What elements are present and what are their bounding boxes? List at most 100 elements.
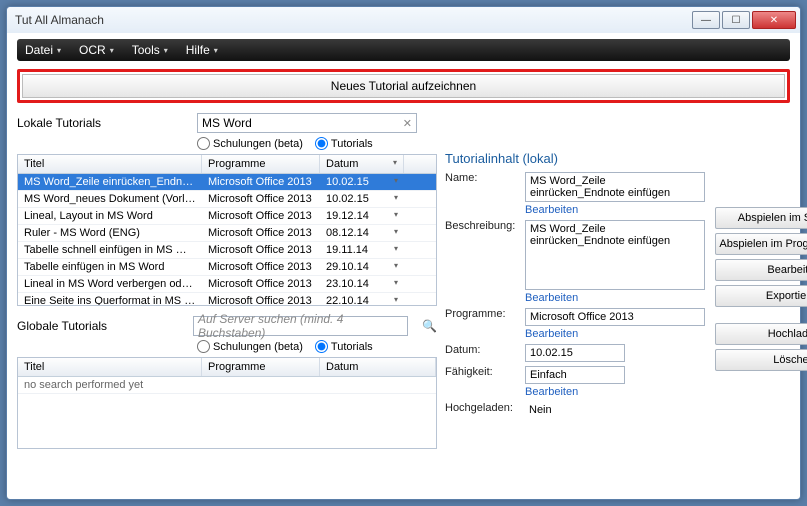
local-tutorials-label: Lokale Tutorials — [17, 116, 187, 130]
local-grid-body[interactable]: MS Word_Zeile einrücken_Endnote einfü...… — [18, 174, 436, 306]
date-value[interactable]: 10.02.15 — [525, 344, 625, 362]
content-area: Datei OCR Tools Hilfe Neues Tutorial auf… — [7, 33, 800, 459]
cell-date: 19.12.14 — [320, 209, 404, 223]
local-radio-tutorials[interactable]: Tutorials — [315, 137, 373, 150]
cell-title: Lineal in MS Word verbergen oder anzeig.… — [18, 277, 202, 291]
detail-panel: Tutorialinhalt (lokal) Name: MS Word_Zei… — [445, 151, 705, 449]
left-column: Lokale Tutorials MS Word ✕ Schulungen (b… — [17, 113, 437, 449]
local-filter-input[interactable]: MS Word ✕ — [197, 113, 417, 133]
minimize-button[interactable]: — — [692, 11, 720, 29]
local-grid-header: Titel Programme Datum — [18, 155, 436, 174]
cell-title: Ruler - MS Word (ENG) — [18, 226, 202, 240]
name-value[interactable]: MS Word_Zeile einrücken_Endnote einfügen — [525, 172, 705, 202]
desc-value[interactable]: MS Word_Zeile einrücken_Endnote einfügen — [525, 220, 705, 290]
play-simulator-button[interactable]: Abspielen im Simulator — [715, 207, 807, 229]
cell-date: 19.11.14 — [320, 243, 404, 257]
table-row[interactable]: Ruler - MS Word (ENG)Microsoft Office 20… — [18, 225, 436, 242]
uploaded-value: Nein — [525, 402, 556, 418]
search-icon[interactable]: 🔍 — [422, 319, 437, 333]
cell-programme: Microsoft Office 2013 — [202, 260, 320, 274]
table-row[interactable]: MS Word_Zeile einrücken_Endnote einfü...… — [18, 174, 436, 191]
prog-label: Programme: — [445, 308, 525, 326]
global-tutorials-label: Globale Tutorials — [17, 319, 183, 333]
right-column: Tutorialinhalt (lokal) Name: MS Word_Zei… — [445, 151, 807, 449]
menu-tools[interactable]: Tools — [132, 43, 168, 57]
table-row[interactable]: Tabelle einfügen in MS WordMicrosoft Off… — [18, 259, 436, 276]
edit-name-link[interactable]: Bearbeiten — [525, 204, 705, 216]
action-buttons: Abspielen im Simulator Abspielen im Prog… — [715, 207, 807, 449]
menu-ocr[interactable]: OCR — [79, 43, 114, 57]
table-row[interactable]: Eine Seite ins Querformat in MS WordMicr… — [18, 293, 436, 306]
edit-button[interactable]: Bearbeiten — [715, 259, 807, 281]
global-radio-group: Schulungen (beta) Tutorials — [197, 340, 437, 353]
cell-title: Tabelle schnell einfügen in MS Word — [18, 243, 202, 257]
cell-date: 08.12.14 — [320, 226, 404, 240]
delete-button[interactable]: Löschen — [715, 349, 807, 371]
col-datum-global[interactable]: Datum — [320, 358, 436, 376]
cell-programme: Microsoft Office 2013 — [202, 277, 320, 291]
global-search-input[interactable]: Auf Server suchen (mind. 4 Buchstaben) — [193, 316, 408, 336]
name-label: Name: — [445, 172, 525, 202]
titlebar: Tut All Almanach — ☐ ✕ — [7, 7, 800, 33]
local-filter-value: MS Word — [202, 116, 252, 130]
cell-date: 10.02.15 — [320, 192, 404, 206]
cell-title: Tabelle einfügen in MS Word — [18, 260, 202, 274]
menubar: Datei OCR Tools Hilfe — [17, 39, 790, 61]
cell-title: Lineal, Layout in MS Word — [18, 209, 202, 223]
date-label: Datum: — [445, 344, 525, 362]
window-controls: — ☐ ✕ — [692, 11, 796, 29]
maximize-button[interactable]: ☐ — [722, 11, 750, 29]
record-tutorial-button[interactable]: Neues Tutorial aufzeichnen — [22, 74, 785, 98]
cell-title: MS Word_neues Dokument (Vorlage) _Se... — [18, 192, 202, 206]
local-radio-schulungen[interactable]: Schulungen (beta) — [197, 137, 303, 150]
cell-date: 29.10.14 — [320, 260, 404, 274]
upload-button[interactable]: Hochladen — [715, 323, 807, 345]
edit-skill-link[interactable]: Bearbeiten — [525, 386, 705, 398]
edit-prog-link[interactable]: Bearbeiten — [525, 328, 705, 340]
col-programme-global[interactable]: Programme — [202, 358, 320, 376]
global-grid-header: Titel Programme Datum — [18, 358, 436, 377]
table-row[interactable]: MS Word_neues Dokument (Vorlage) _Se...M… — [18, 191, 436, 208]
menu-datei[interactable]: Datei — [25, 43, 61, 57]
clear-filter-icon[interactable]: ✕ — [403, 117, 412, 130]
global-radio-tutorials[interactable]: Tutorials — [315, 340, 373, 353]
edit-desc-link[interactable]: Bearbeiten — [525, 292, 705, 304]
cell-programme: Microsoft Office 2013 — [202, 209, 320, 223]
skill-label: Fähigkeit: — [445, 366, 525, 384]
close-button[interactable]: ✕ — [752, 11, 796, 29]
cell-programme: Microsoft Office 2013 — [202, 294, 320, 306]
local-tutorials-grid: Titel Programme Datum MS Word_Zeile einr… — [17, 154, 437, 306]
uploaded-label: Hochgeladen: — [445, 402, 525, 418]
prog-value[interactable]: Microsoft Office 2013 — [525, 308, 705, 326]
cell-programme: Microsoft Office 2013 — [202, 243, 320, 257]
cell-programme: Microsoft Office 2013 — [202, 175, 320, 189]
table-row[interactable]: Lineal in MS Word verbergen oder anzeig.… — [18, 276, 436, 293]
global-tutorials-grid: Titel Programme Datum no search performe… — [17, 357, 437, 449]
desc-label: Beschreibung: — [445, 220, 525, 290]
app-window: Tut All Almanach — ☐ ✕ Datei OCR Tools H… — [6, 6, 801, 500]
cell-title: MS Word_Zeile einrücken_Endnote einfü... — [18, 175, 202, 189]
global-empty-row: no search performed yet — [18, 377, 436, 394]
skill-value[interactable]: Einfach — [525, 366, 625, 384]
cell-date: 10.02.15 — [320, 175, 404, 189]
global-radio-schulungen[interactable]: Schulungen (beta) — [197, 340, 303, 353]
local-radio-group: Schulungen (beta) Tutorials — [197, 137, 437, 150]
cell-programme: Microsoft Office 2013 — [202, 192, 320, 206]
cell-date: 23.10.14 — [320, 277, 404, 291]
col-title-global[interactable]: Titel — [18, 358, 202, 376]
global-search-placeholder: Auf Server suchen (mind. 4 Buchstaben) — [198, 312, 403, 340]
menu-hilfe[interactable]: Hilfe — [186, 43, 218, 57]
record-button-highlight: Neues Tutorial aufzeichnen — [17, 69, 790, 103]
cell-programme: Microsoft Office 2013 — [202, 226, 320, 240]
cell-title: Eine Seite ins Querformat in MS Word — [18, 294, 202, 306]
window-title: Tut All Almanach — [15, 13, 692, 27]
detail-heading: Tutorialinhalt (lokal) — [445, 151, 705, 166]
table-row[interactable]: Lineal, Layout in MS WordMicrosoft Offic… — [18, 208, 436, 225]
export-button[interactable]: Exportieren — [715, 285, 807, 307]
col-title[interactable]: Titel — [18, 155, 202, 173]
table-row[interactable]: Tabelle schnell einfügen in MS WordMicro… — [18, 242, 436, 259]
cell-date: 22.10.14 — [320, 294, 404, 306]
col-programme[interactable]: Programme — [202, 155, 320, 173]
play-program-button[interactable]: Abspielen im Programm (beta) — [715, 233, 807, 255]
col-datum[interactable]: Datum — [320, 155, 404, 173]
